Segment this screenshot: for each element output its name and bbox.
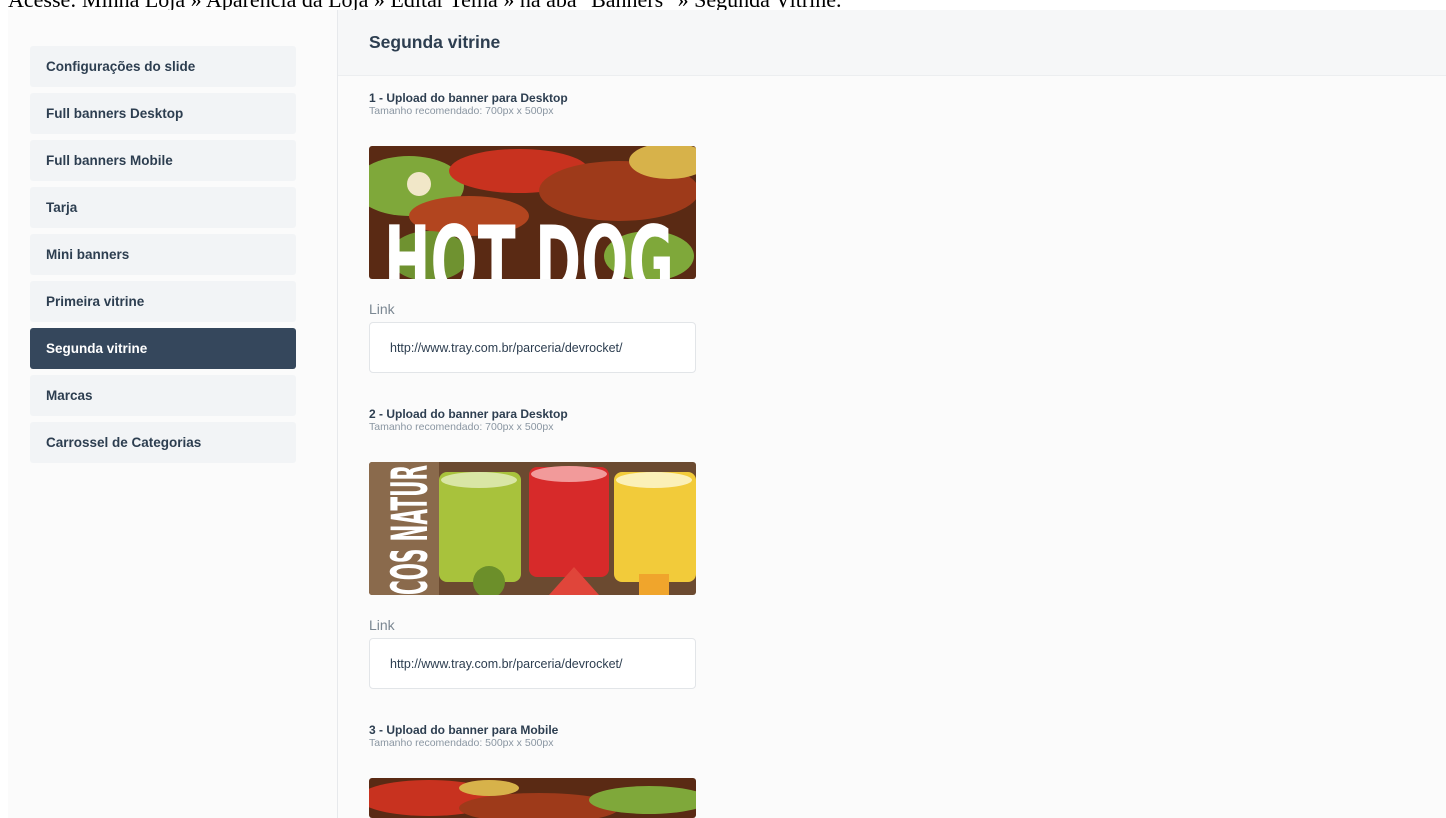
link-input-1[interactable] [369, 322, 696, 373]
banner-text: HOT DOG [384, 206, 674, 279]
banner-image-juices[interactable]: COS NATUR [369, 462, 696, 595]
banner-image-hot-dog[interactable]: HOT DOG [369, 146, 696, 279]
sidebar-item-configuracoes-do-slide[interactable]: Configurações do slide [30, 46, 296, 87]
upload-section-3: 3 - Upload do banner para Mobile Tamanho… [369, 723, 558, 750]
banner-text: COS NATUR [381, 465, 439, 595]
link-input-2[interactable] [369, 638, 696, 689]
sidebar-item-primeira-vitrine[interactable]: Primeira vitrine [30, 281, 296, 322]
sidebar-item-marcas[interactable]: Marcas [30, 375, 296, 416]
sidebar-item-tarja[interactable]: Tarja [30, 187, 296, 228]
upload-hint: Tamanho recomendado: 700px x 500px [369, 421, 554, 433]
upload-section-2: 2 - Upload do banner para Desktop Tamanh… [369, 407, 568, 434]
sidebar-item-mini-banners[interactable]: Mini banners [30, 234, 296, 275]
upload-title: 1 - Upload do banner para Desktop [369, 91, 568, 105]
banner-image-mobile[interactable] [369, 778, 696, 818]
page-title: Segunda vitrine [369, 32, 501, 52]
link-label: Link [369, 617, 395, 633]
upload-section-1: 1 - Upload do banner para Desktop Tamanh… [369, 91, 568, 118]
upload-hint: Tamanho recomendado: 700px x 500px [369, 105, 554, 117]
upload-hint: Tamanho recomendado: 500px x 500px [369, 737, 554, 749]
upload-title: 3 - Upload do banner para Mobile [369, 723, 559, 737]
link-label: Link [369, 301, 395, 317]
sidebar: Configurações do slide Full banners Desk… [8, 10, 338, 818]
theme-editor: Configurações do slide Full banners Desk… [8, 10, 1446, 818]
sidebar-item-carrossel-de-categorias[interactable]: Carrossel de Categorias [30, 422, 296, 463]
sidebar-item-segunda-vitrine[interactable]: Segunda vitrine [30, 328, 296, 369]
panel-header: Segunda vitrine [338, 10, 1446, 76]
upload-title: 2 - Upload do banner para Desktop [369, 407, 568, 421]
sidebar-item-full-banners-mobile[interactable]: Full banners Mobile [30, 140, 296, 181]
main-panel: Segunda vitrine 1 - Upload do banner par… [338, 10, 1446, 818]
sidebar-item-full-banners-desktop[interactable]: Full banners Desktop [30, 93, 296, 134]
